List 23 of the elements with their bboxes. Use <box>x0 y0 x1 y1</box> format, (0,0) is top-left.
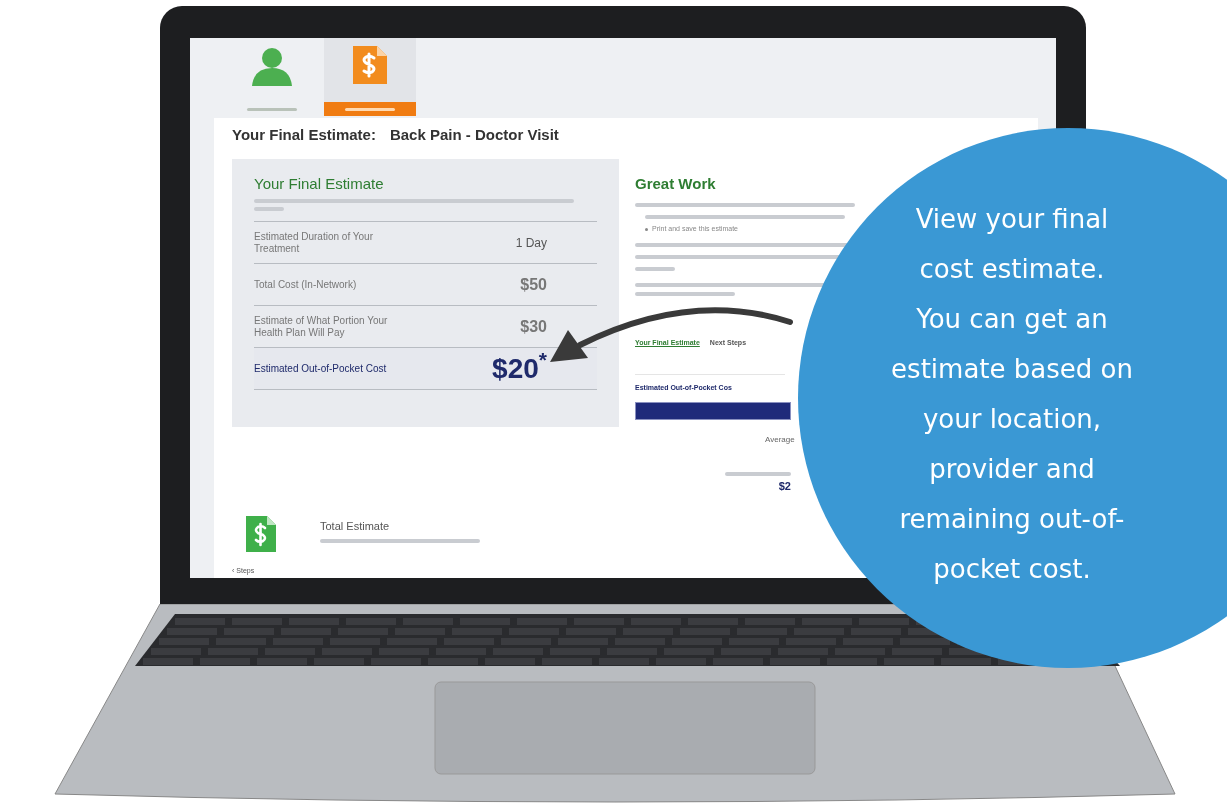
callout-text-line: You can get an <box>916 303 1108 336</box>
section-title: Great Work <box>635 173 717 194</box>
row-label: Estimate of What Portion Your Health Plan Will Pay <box>254 314 389 339</box>
page-heading-title: Back Pain - Doctor Visit <box>389 125 559 145</box>
card-title: Your Final Estimate <box>254 173 385 194</box>
callout-text-line: View your final <box>915 203 1109 236</box>
callout-text-line: remaining out-of- <box>899 503 1125 536</box>
row-label: Total Cost (In-Network) <box>254 278 358 291</box>
row-value: $50 <box>520 274 547 295</box>
page-heading-label: Your Final Estimate: <box>232 125 376 145</box>
average-label: Average <box>765 433 796 446</box>
row-value: $30 <box>520 316 547 337</box>
total-estimate-title: Total Estimate <box>320 519 391 534</box>
row-value: $20$^{*}$ <box>492 347 547 386</box>
total-value: $2 <box>778 478 791 494</box>
callout-text-line: estimate based on <box>891 353 1133 386</box>
row-value: 1 Day <box>515 234 547 252</box>
callout-text-line: cost estimate. <box>919 253 1105 286</box>
row-label: Estimated Out-of-Pocket Cost <box>254 362 388 375</box>
callout-text-line: your location, <box>922 403 1102 436</box>
row-label: Estimated Duration of Your Treatment <box>254 230 374 255</box>
callout-text-line: provider and <box>929 453 1095 486</box>
callout-text-line: pocket cost. <box>933 553 1091 586</box>
